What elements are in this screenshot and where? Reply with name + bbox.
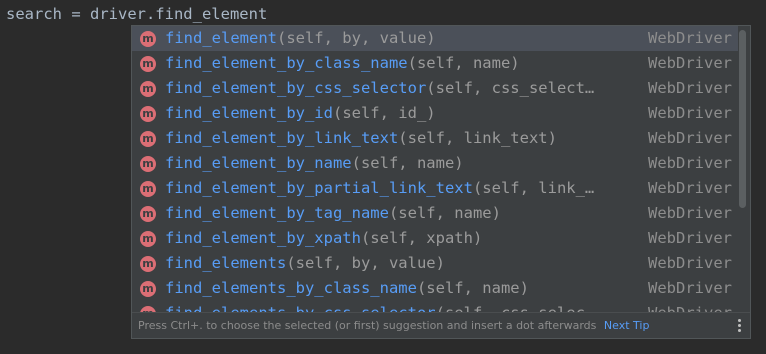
method-name: find_element_by_link_text bbox=[165, 129, 399, 147]
suggestion-signature: find_element_by_link_text(self, link_tex… bbox=[165, 126, 557, 151]
method-icon: m bbox=[140, 181, 156, 197]
method-owner-type: WebDriver bbox=[648, 79, 732, 97]
method-owner-type: WebDriver bbox=[648, 129, 732, 147]
method-owner-type: WebDriver bbox=[648, 204, 732, 222]
method-icon: m bbox=[140, 206, 156, 222]
method-owner-type: WebDriver bbox=[648, 279, 732, 297]
suggestion-signature: find_element_by_xpath(self, xpath) bbox=[165, 226, 482, 251]
method-name: find_element_by_id bbox=[165, 104, 333, 122]
method-icon: m bbox=[140, 106, 156, 122]
method-params: (self, name) bbox=[388, 204, 501, 222]
method-name: find_element bbox=[165, 29, 277, 47]
suggestion-signature: find_element_by_partial_link_text(self, … bbox=[165, 176, 594, 201]
method-icon: m bbox=[140, 281, 156, 297]
method-owner-type: WebDriver bbox=[648, 154, 732, 172]
method-params: (self, name) bbox=[351, 154, 464, 172]
suggestion-signature: find_element_by_name(self, name) bbox=[165, 151, 464, 176]
completion-popup: m find_element(self, by, value) WebDriver m… bbox=[131, 25, 751, 339]
suggestion-signature: find_elements_by_class_name(self, name) bbox=[165, 276, 529, 301]
method-icon: m bbox=[140, 31, 156, 47]
method-icon: m bbox=[140, 156, 156, 172]
suggestion-item[interactable]: m find_element_by_tag_name(self, name) Web… bbox=[132, 201, 738, 226]
suggestion-signature: find_elements(self, by, value) bbox=[165, 251, 445, 276]
popup-footer: Press Ctrl+. to choose the selected (or … bbox=[132, 312, 750, 338]
method-name: find_element_by_xpath bbox=[165, 229, 361, 247]
method-params: (self, link_… bbox=[472, 179, 595, 197]
suggestion-signature: find_element_by_class_name(self, name) bbox=[165, 51, 520, 76]
suggestion-item[interactable]: m find_elements_by_class_name(self, name)… bbox=[132, 276, 738, 301]
method-params: (self, name) bbox=[407, 54, 520, 72]
method-name: find_element_by_name bbox=[165, 154, 352, 172]
method-name: find_element_by_partial_link_text bbox=[165, 179, 473, 197]
method-icon: m bbox=[140, 131, 156, 147]
method-owner-type: WebDriver bbox=[648, 29, 732, 47]
more-options-icon[interactable] bbox=[737, 317, 741, 335]
suggestion-list: m find_element(self, by, value) WebDriver m… bbox=[132, 26, 738, 314]
suggestion-item[interactable]: m find_elements(self, by, value) WebDriver bbox=[132, 251, 738, 276]
method-owner-type: WebDriver bbox=[648, 229, 732, 247]
suggestion-item[interactable]: m find_element_by_id(self, id_) WebDriver bbox=[132, 101, 738, 126]
suggestion-signature: find_element_by_id(self, id_) bbox=[165, 101, 436, 126]
method-icon: m bbox=[140, 231, 156, 247]
method-icon: m bbox=[140, 56, 156, 72]
suggestion-item[interactable]: m find_element_by_xpath(self, xpath) WebDr… bbox=[132, 226, 738, 251]
method-owner-type: WebDriver bbox=[648, 104, 732, 122]
method-params: (self, name) bbox=[416, 279, 529, 297]
method-params: (self, xpath) bbox=[360, 229, 483, 247]
method-icon: m bbox=[140, 256, 156, 272]
method-params: (self, by, value) bbox=[276, 29, 436, 47]
method-name: find_element_by_tag_name bbox=[165, 204, 389, 222]
next-tip-link[interactable]: Next Tip bbox=[604, 319, 650, 332]
method-icon: m bbox=[140, 81, 156, 97]
method-owner-type: WebDriver bbox=[648, 179, 732, 197]
suggestion-item[interactable]: m find_element(self, by, value) WebDriver bbox=[132, 26, 738, 51]
suggestion-signature: find_element_by_css_selector(self, css_s… bbox=[165, 76, 594, 101]
method-owner-type: WebDriver bbox=[648, 254, 732, 272]
method-name: find_element_by_class_name bbox=[165, 54, 408, 72]
method-name: find_element_by_css_selector bbox=[165, 79, 427, 97]
suggestion-signature: find_element_by_tag_name(self, name) bbox=[165, 201, 501, 226]
method-params: (self, id_) bbox=[332, 104, 436, 122]
method-params: (self, link_text) bbox=[398, 129, 557, 147]
method-name: find_elements bbox=[165, 254, 287, 272]
method-params: (self, css_select… bbox=[426, 79, 595, 97]
suggestion-item[interactable]: m find_element_by_css_selector(self, css_… bbox=[132, 76, 738, 101]
suggestion-item[interactable]: m find_element_by_name(self, name) WebDriv… bbox=[132, 151, 738, 176]
suggestion-item[interactable]: m find_element_by_class_name(self, name) W… bbox=[132, 51, 738, 76]
method-params: (self, by, value) bbox=[286, 254, 445, 272]
suggestion-item[interactable]: m find_element_by_link_text(self, link_te… bbox=[132, 126, 738, 151]
popup-scrollbar[interactable] bbox=[739, 30, 746, 208]
method-owner-type: WebDriver bbox=[648, 54, 732, 72]
footer-hint-text: Press Ctrl+. to choose the selected (or … bbox=[138, 319, 597, 332]
editor-code-line[interactable]: search = driver.find_element bbox=[6, 3, 267, 25]
suggestion-signature: find_element(self, by, value) bbox=[165, 26, 436, 51]
method-name: find_elements_by_class_name bbox=[165, 279, 417, 297]
suggestion-item[interactable]: m find_element_by_partial_link_text(self,… bbox=[132, 176, 738, 201]
